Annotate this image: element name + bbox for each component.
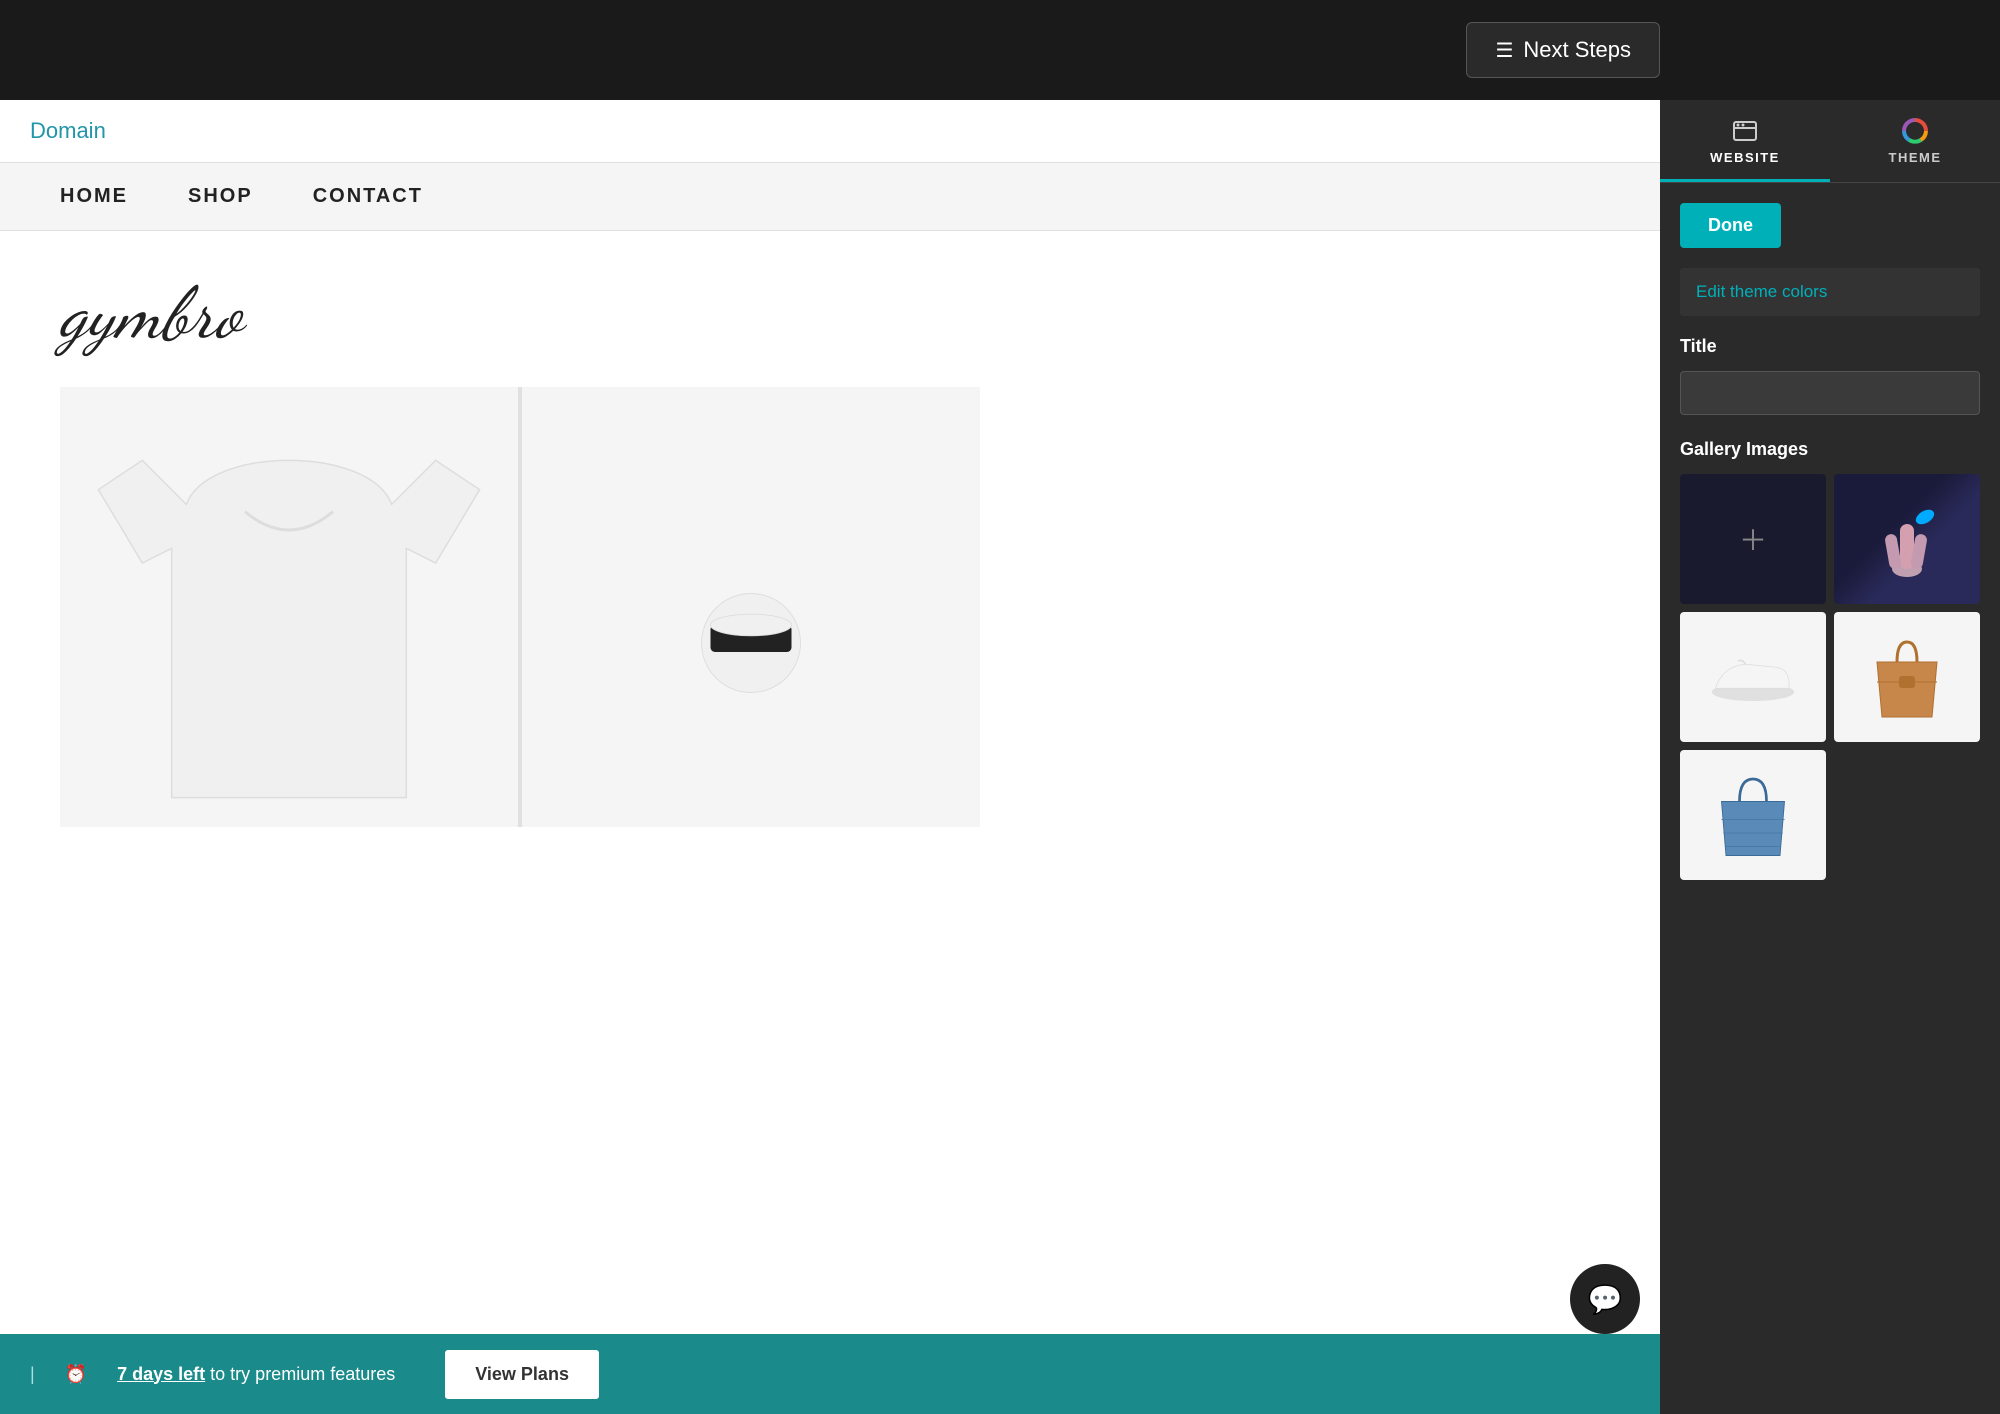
preview-frame: Domain HOME SHOP CONTACT gymbro xyxy=(0,100,1660,1414)
website-content: gymbro xyxy=(0,231,1660,1414)
tshirt-svg xyxy=(60,387,518,827)
plus-icon: ＋ xyxy=(1739,519,1767,559)
gallery-sneaker-cell[interactable] xyxy=(1680,612,1826,742)
domain-bar[interactable]: Domain xyxy=(0,100,1660,163)
gallery-grid: ＋ xyxy=(1680,474,1980,880)
done-button[interactable]: Done xyxy=(1680,203,1781,248)
domain-label: Domain xyxy=(30,118,106,143)
panel-content: Done Edit theme colors Title Gallery Ima… xyxy=(1660,183,2000,1414)
website-icon xyxy=(1732,118,1758,144)
sneaker-svg xyxy=(1708,647,1798,707)
list-icon: ☰ xyxy=(1495,38,1513,63)
product-cell-tshirt[interactable] xyxy=(60,387,518,827)
gallery-add-cell[interactable]: ＋ xyxy=(1680,474,1826,604)
nav-home[interactable]: HOME xyxy=(60,185,128,208)
preview-area: Domain HOME SHOP CONTACT gymbro xyxy=(0,100,1660,1414)
title-input[interactable] xyxy=(1680,371,1980,415)
blue-bag-svg xyxy=(1708,765,1798,865)
banner-separator: | xyxy=(30,1364,35,1385)
gallery-brown-bag-cell[interactable] xyxy=(1834,612,1980,742)
right-panel: WEBSITE THEME Done Edit theme colors Tit… xyxy=(1660,100,2000,1414)
tab-theme[interactable]: THEME xyxy=(1830,100,2000,182)
hand-svg xyxy=(1867,499,1947,579)
next-steps-button[interactable]: ☰ Next Steps xyxy=(1466,22,1660,78)
brand-name: gymbro xyxy=(60,271,1600,357)
gallery-section-label: Gallery Images xyxy=(1680,439,1980,460)
theme-icon xyxy=(1902,118,1928,144)
trial-suffix: to try premium features xyxy=(210,1364,395,1384)
bottom-banner: | ⏰ 7 days left to try premium features … xyxy=(0,1334,1660,1414)
nav-bar: HOME SHOP CONTACT xyxy=(0,163,1660,231)
brown-bag-svg xyxy=(1867,632,1947,722)
tab-theme-label: THEME xyxy=(1889,150,1942,165)
nav-contact[interactable]: CONTACT xyxy=(313,185,423,208)
view-plans-button[interactable]: View Plans xyxy=(445,1350,599,1399)
product-cell-socks[interactable] xyxy=(522,387,980,827)
socks-svg xyxy=(676,517,826,697)
gallery-blue-bag-cell[interactable] xyxy=(1680,750,1826,880)
trial-text: 7 days left to try premium features xyxy=(117,1364,395,1385)
chat-icon: 💬 xyxy=(1588,1283,1623,1316)
panel-tabs: WEBSITE THEME xyxy=(1660,100,2000,183)
tab-website[interactable]: WEBSITE xyxy=(1660,100,1830,182)
nav-shop[interactable]: SHOP xyxy=(188,185,253,208)
next-steps-label: Next Steps xyxy=(1523,37,1631,63)
edit-theme-colors-link[interactable]: Edit theme colors xyxy=(1680,268,1980,316)
main-layout: Domain HOME SHOP CONTACT gymbro xyxy=(0,100,2000,1414)
gallery-hand-cell[interactable] xyxy=(1834,474,1980,604)
trial-icon: ⏰ xyxy=(65,1364,87,1385)
top-bar: ☰ Next Steps xyxy=(0,0,2000,100)
chat-button[interactable]: 💬 xyxy=(1570,1264,1640,1334)
tab-website-label: WEBSITE xyxy=(1710,150,1780,165)
product-grid xyxy=(60,387,980,827)
days-left-link[interactable]: 7 days left xyxy=(117,1364,205,1384)
title-section-label: Title xyxy=(1680,336,1980,357)
